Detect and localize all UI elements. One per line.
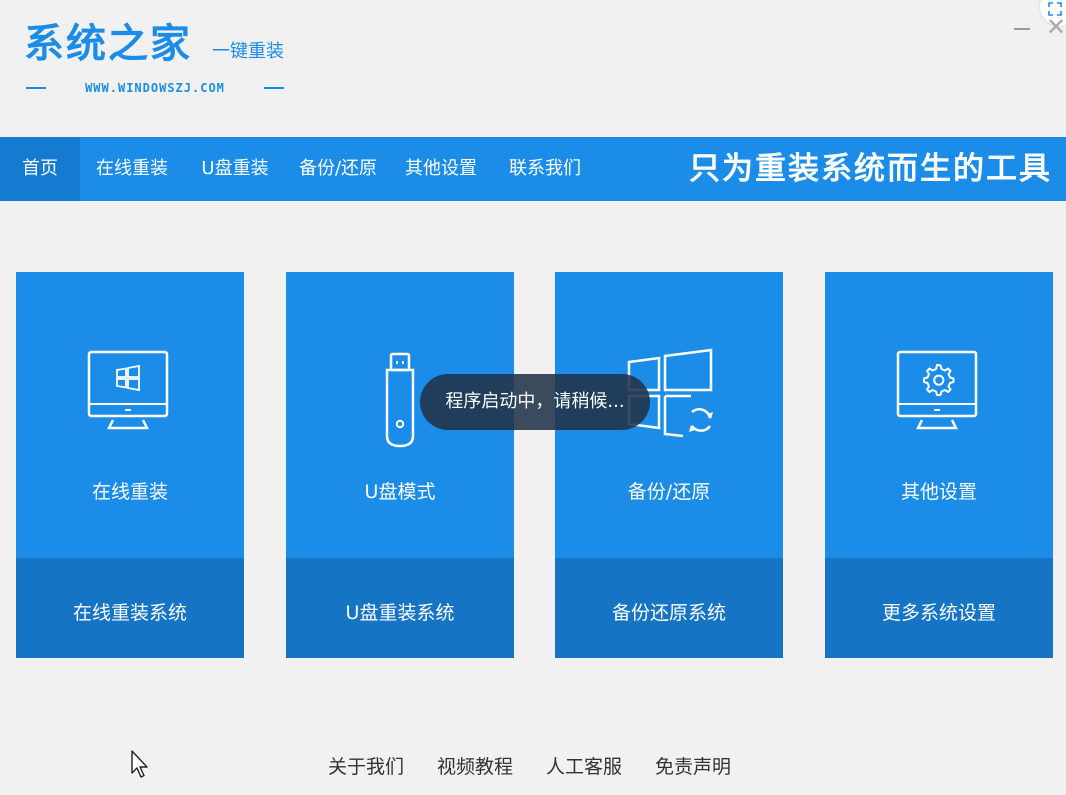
card-action-button[interactable]: 更多系统设置 bbox=[825, 558, 1053, 658]
monitor-settings-icon bbox=[896, 350, 978, 430]
logo-title: 系统之家 bbox=[24, 21, 192, 67]
card-title: 在线重装 bbox=[91, 481, 168, 503]
card-title: 备份/还原 bbox=[627, 481, 711, 503]
logo-url: WWW.WINDOWSZJ.COM bbox=[85, 81, 225, 95]
footer-link-customer-service[interactable]: 人工客服 bbox=[546, 752, 622, 782]
nav-item-home[interactable]: 首页 bbox=[0, 137, 80, 201]
footer-link-about[interactable]: 关于我们 bbox=[328, 752, 404, 782]
mouse-cursor-icon bbox=[131, 750, 148, 778]
card-action-button[interactable]: 备份还原系统 bbox=[555, 558, 783, 658]
nav-item-backup-restore[interactable]: 备份/还原 bbox=[296, 137, 380, 201]
logo-subtitle: 一键重装 bbox=[212, 41, 284, 62]
nav-slogan: 只为重装系统而生的工具 bbox=[689, 151, 1052, 187]
monitor-windows-icon bbox=[87, 350, 169, 430]
logo-url-row: WWW.WINDOWSZJ.COM bbox=[26, 80, 284, 96]
footer-link-video-tutorial[interactable]: 视频教程 bbox=[437, 752, 513, 782]
card-title: U盘模式 bbox=[364, 481, 436, 503]
logo-dash-left bbox=[26, 87, 46, 89]
card-action-button[interactable]: 在线重装系统 bbox=[16, 558, 244, 658]
close-icon: ✕ bbox=[1046, 14, 1066, 40]
footer-link-disclaimer[interactable]: 免责声明 bbox=[655, 752, 731, 782]
card-other-settings[interactable]: 其他设置 更多系统设置 bbox=[825, 272, 1053, 658]
app-window: 系统之家 一键重装 WWW.WINDOWSZJ.COM ✕ 首页 在线重装 U盘… bbox=[0, 0, 1066, 795]
card-icon-wrap bbox=[16, 348, 244, 458]
card-backup-restore[interactable]: 备份/还原 备份还原系统 bbox=[555, 272, 783, 658]
minimize-button[interactable] bbox=[1014, 28, 1030, 30]
card-online-reinstall[interactable]: 在线重装 在线重装系统 bbox=[16, 272, 244, 658]
close-button[interactable]: ✕ bbox=[1046, 14, 1066, 40]
nav-item-contact-us[interactable]: 联系我们 bbox=[507, 137, 583, 201]
card-action-button[interactable]: U盘重装系统 bbox=[286, 558, 514, 658]
nav-item-online-reinstall[interactable]: 在线重装 bbox=[94, 137, 170, 201]
card-usb-mode[interactable]: U盘模式 U盘重装系统 bbox=[286, 272, 514, 658]
card-icon-wrap bbox=[825, 348, 1053, 458]
logo-dash-right bbox=[263, 87, 284, 89]
nav-item-usb-reinstall[interactable]: U盘重装 bbox=[198, 137, 272, 201]
loading-toast: 程序启动中，请稍候... bbox=[420, 374, 650, 430]
nav-bar: 首页 在线重装 U盘重装 备份/还原 其他设置 联系我们 只为重装系统而生的工具 bbox=[0, 137, 1066, 201]
nav-item-other-settings[interactable]: 其他设置 bbox=[403, 137, 479, 201]
logo: 系统之家 一键重装 WWW.WINDOWSZJ.COM bbox=[24, 18, 324, 108]
card-title: 其他设置 bbox=[900, 481, 977, 503]
